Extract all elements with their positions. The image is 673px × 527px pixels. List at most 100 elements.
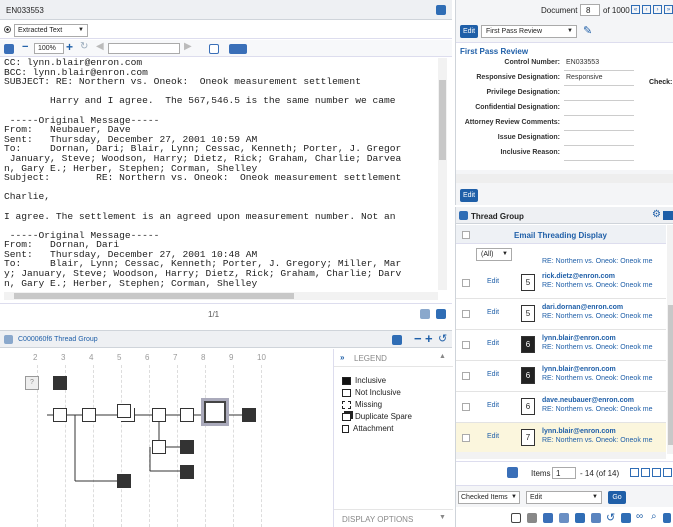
thread-row[interactable]: Edit 5 rick.dietz@enron.com RE: Northern vs… bbox=[456, 268, 666, 299]
edit-button[interactable]: Edit bbox=[460, 25, 478, 38]
list-scrollbar-thumb[interactable] bbox=[668, 305, 673, 445]
popout-icon[interactable] bbox=[436, 309, 446, 319]
row-checkbox[interactable] bbox=[462, 341, 470, 349]
coding-h-scrollbar[interactable] bbox=[456, 174, 673, 183]
thread-node[interactable] bbox=[180, 440, 194, 454]
zoom-input[interactable]: 100% bbox=[34, 43, 64, 54]
production-icon[interactable] bbox=[575, 513, 585, 523]
thread-node[interactable] bbox=[53, 376, 67, 390]
thread-row[interactable]: Edit 6 lynn.blair@enron.com RE: Northern vs… bbox=[456, 361, 666, 392]
thread-node[interactable] bbox=[180, 465, 194, 479]
native-icon[interactable] bbox=[543, 513, 553, 523]
row-checkbox[interactable] bbox=[462, 310, 470, 318]
row-email[interactable]: lynn.blair@enron.com bbox=[542, 366, 616, 373]
maximize-icon[interactable] bbox=[663, 211, 673, 220]
thread-row[interactable]: Edit 6 lynn.blair@enron.com RE: Northern vs… bbox=[456, 330, 666, 361]
thread-row[interactable]: Edit 7 lynn.blair@enron.com RE: Northern vs… bbox=[456, 423, 666, 454]
selected-node[interactable] bbox=[201, 398, 229, 426]
mass-action-select[interactable]: Edit ▼ bbox=[526, 491, 602, 504]
go-button[interactable]: Go bbox=[608, 491, 626, 504]
find-input[interactable] bbox=[108, 43, 180, 54]
row-subject[interactable]: RE: Northern vs. Oneok: Oneok me bbox=[542, 406, 653, 413]
select-all-checkbox[interactable] bbox=[462, 231, 470, 239]
row-edit-link[interactable]: Edit bbox=[487, 309, 499, 316]
thread-row[interactable]: Edit 6 dave.neubauer@enron.com RE: Northern… bbox=[456, 392, 666, 423]
horizontal-scrollbar[interactable] bbox=[4, 292, 438, 300]
search-icon[interactable]: ⌕ bbox=[651, 511, 657, 522]
related-icon[interactable] bbox=[591, 513, 601, 523]
last-doc-icon[interactable]: » bbox=[664, 5, 673, 14]
pin-icon[interactable] bbox=[392, 335, 402, 345]
document-number-input[interactable]: 8 bbox=[580, 4, 600, 16]
view-mode-select[interactable]: Extracted Text ▼ bbox=[14, 24, 88, 37]
field-value[interactable]: EN033553 bbox=[566, 59, 599, 66]
row-edit-link[interactable]: Edit bbox=[487, 433, 499, 440]
thread-node[interactable] bbox=[152, 440, 166, 454]
list-scrollbar[interactable] bbox=[667, 225, 673, 454]
legend-toggle-icon[interactable]: » bbox=[340, 353, 344, 362]
row-edit-link[interactable]: Edit bbox=[487, 402, 499, 409]
mass-scope-select[interactable]: Checked Items ▼ bbox=[458, 491, 520, 504]
thread-row[interactable]: Edit 5 dari.dornan@enron.com RE: Northern v… bbox=[456, 299, 666, 330]
thread-node[interactable] bbox=[117, 474, 131, 488]
collapse-icon[interactable]: − bbox=[414, 331, 422, 346]
chevron-down-icon[interactable]: ▼ bbox=[439, 514, 446, 521]
missing-node[interactable]: ? bbox=[25, 376, 39, 390]
refresh-icon[interactable]: ↺ bbox=[438, 332, 447, 345]
row-checkbox[interactable] bbox=[462, 403, 470, 411]
row-subject[interactable]: RE: Northern vs. Oneok: Oneok me bbox=[542, 375, 653, 382]
thumbnail-icon[interactable] bbox=[420, 309, 430, 319]
duplicate-node[interactable] bbox=[117, 404, 131, 418]
layout-select[interactable]: First Pass Review ▼ bbox=[481, 25, 577, 38]
expand-tree-icon[interactable]: + bbox=[425, 331, 433, 346]
prev-hit-icon[interactable]: ◀ bbox=[96, 41, 104, 52]
row-edit-link[interactable]: Edit bbox=[487, 371, 499, 378]
radio-icon[interactable] bbox=[4, 26, 11, 33]
row-email[interactable]: lynn.blair@enron.com bbox=[542, 335, 616, 342]
print-icon[interactable] bbox=[511, 513, 521, 523]
split-view-icon[interactable] bbox=[209, 44, 219, 54]
row-email[interactable]: lynn.blair@enron.com bbox=[542, 428, 616, 435]
persistent-highlight-icon[interactable] bbox=[229, 44, 247, 54]
row-checkbox[interactable] bbox=[462, 434, 470, 442]
zoom-in-icon[interactable]: + bbox=[66, 40, 73, 54]
scrollbar-thumb[interactable] bbox=[439, 80, 446, 160]
row-email[interactable]: dari.dornan@enron.com bbox=[542, 304, 623, 311]
notes-icon[interactable] bbox=[621, 513, 631, 523]
prev-page-icon[interactable] bbox=[641, 468, 650, 477]
settings-icon[interactable]: ⚙ bbox=[652, 209, 661, 220]
row-subject[interactable]: RE: Northern vs. Oneok: Oneok me bbox=[542, 437, 653, 444]
next-hit-icon[interactable]: ▶ bbox=[184, 41, 192, 52]
thread-node[interactable] bbox=[53, 408, 67, 422]
row-subject[interactable]: RE: Northern vs. Oneok: Oneok me bbox=[542, 282, 653, 289]
items-from-input[interactable]: 1 bbox=[552, 467, 576, 479]
highlight-icon[interactable] bbox=[4, 44, 14, 54]
field-value[interactable]: Responsive bbox=[566, 74, 603, 81]
tiff-icon[interactable] bbox=[559, 513, 569, 523]
last-page-icon[interactable] bbox=[663, 468, 672, 477]
row-subject[interactable]: RE: Northern vs. Oneok: Oneok me bbox=[542, 313, 653, 320]
bottom-edit-button[interactable]: Edit bbox=[460, 189, 478, 202]
row-email[interactable]: rick.dietz@enron.com bbox=[542, 273, 615, 280]
more-icon[interactable] bbox=[663, 513, 671, 523]
prev-doc-icon[interactable]: ‹ bbox=[642, 5, 651, 14]
row-checkbox[interactable] bbox=[462, 279, 470, 287]
row-subject[interactable]: RE: Northern vs. Oneok: Oneok me bbox=[542, 344, 653, 351]
first-page-icon[interactable] bbox=[630, 468, 639, 477]
thread-node[interactable] bbox=[82, 408, 96, 422]
next-doc-icon[interactable]: › bbox=[653, 5, 662, 14]
row-edit-link[interactable]: Edit bbox=[487, 340, 499, 347]
first-doc-icon[interactable]: « bbox=[631, 5, 640, 14]
vertical-scrollbar[interactable] bbox=[438, 58, 447, 290]
export-icon[interactable] bbox=[507, 467, 518, 478]
filter-select[interactable]: (All) ▼ bbox=[476, 248, 512, 261]
pencil-icon[interactable]: ✎ bbox=[583, 24, 592, 37]
expand-icon[interactable] bbox=[436, 5, 446, 15]
display-options[interactable]: DISPLAY OPTIONS bbox=[342, 515, 413, 524]
link-icon[interactable]: ∞ bbox=[636, 511, 643, 522]
rotate-icon[interactable]: ↻ bbox=[80, 41, 88, 52]
next-page-icon[interactable] bbox=[652, 468, 661, 477]
image-icon[interactable] bbox=[527, 513, 537, 523]
column-header[interactable]: Email Threading Display bbox=[514, 231, 607, 240]
row-edit-link[interactable]: Edit bbox=[487, 278, 499, 285]
